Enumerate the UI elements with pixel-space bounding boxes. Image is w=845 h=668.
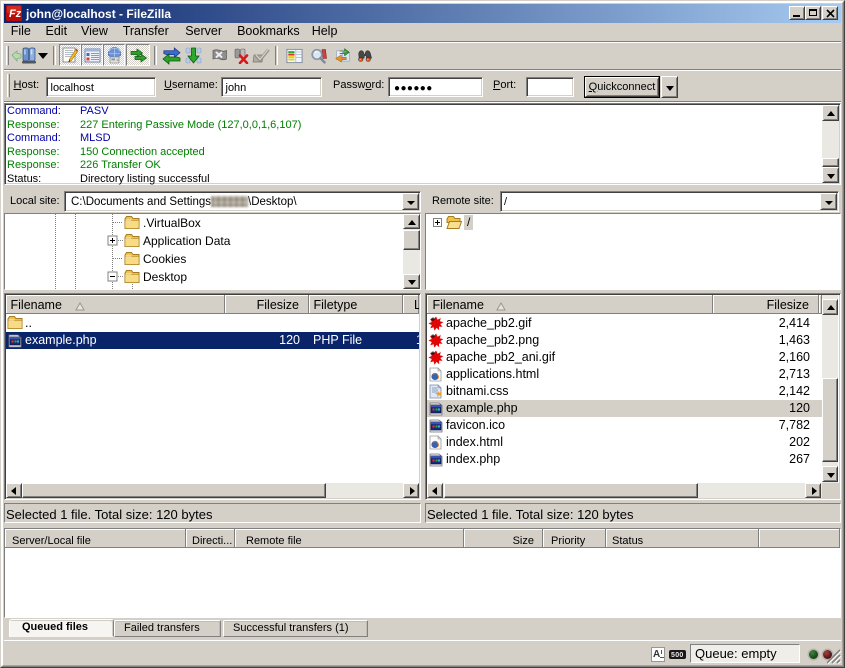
svg-text:Fz: Fz [9, 8, 22, 20]
